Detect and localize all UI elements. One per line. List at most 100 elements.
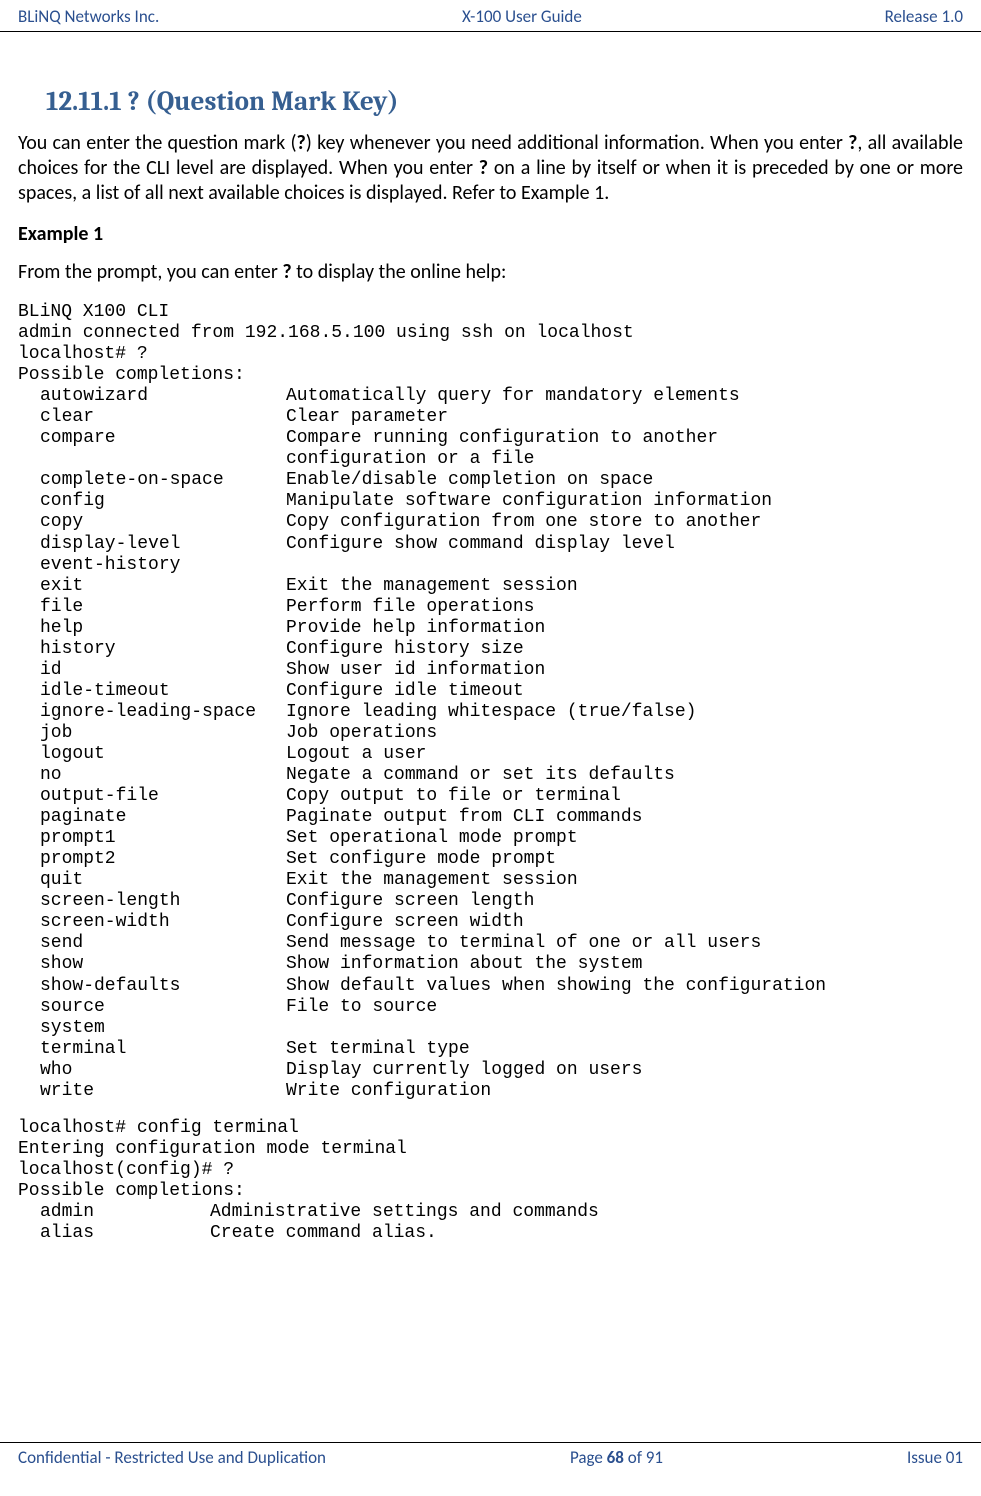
cli-completion-row: exitExit the management session <box>18 576 963 597</box>
cli-command: who <box>18 1060 286 1081</box>
cli-command: write <box>18 1081 286 1102</box>
cli-completion-row: showShow information about the system <box>18 954 963 975</box>
cli-command: screen-width <box>18 912 286 933</box>
cli-description: Write configuration <box>286 1081 491 1102</box>
cli-description: Provide help information <box>286 618 545 639</box>
cli-completion-row: configuration or a file <box>18 449 963 470</box>
cli-description: Display currently logged on users <box>286 1060 642 1081</box>
cli-completion-row: aliasCreate command alias. <box>18 1223 963 1244</box>
cli-completion-row: prompt1Set operational mode prompt <box>18 828 963 849</box>
cli-completion-row: prompt2Set configure mode prompt <box>18 849 963 870</box>
cli-completion-row: quitExit the management session <box>18 870 963 891</box>
footer-page-current: 68 <box>607 1447 624 1468</box>
cli-command: clear <box>18 407 286 428</box>
cli-command: system <box>18 1018 286 1039</box>
cli-description: Configure screen length <box>286 891 534 912</box>
cli-completion-row: copyCopy configuration from one store to… <box>18 512 963 533</box>
intro-text: ) key whenever you need additional infor… <box>306 131 848 155</box>
cli-description: Logout a user <box>286 744 426 765</box>
cli-command: display-level <box>18 534 286 555</box>
cli-description: Exit the management session <box>286 576 578 597</box>
cli-command: exit <box>18 576 286 597</box>
section-number: 12.11.1 <box>46 86 122 117</box>
cli-description: Compare running configuration to another <box>286 428 718 449</box>
cli-command: compare <box>18 428 286 449</box>
footer-page-mid: of <box>624 1447 646 1468</box>
cli-command: history <box>18 639 286 660</box>
cli-completion-row: whoDisplay currently logged on users <box>18 1060 963 1081</box>
page-header: BLiNQ Networks Inc. X-100 User Guide Rel… <box>0 0 981 32</box>
footer-confidential: Confidential - Restricted Use and Duplic… <box>18 1447 326 1468</box>
cli-line: localhost# config terminal <box>18 1118 963 1139</box>
cli-description: Ignore leading whitespace (true/false) <box>286 702 696 723</box>
cli-description: Administrative settings and commands <box>210 1202 599 1223</box>
footer-page-prefix: Page <box>570 1447 607 1468</box>
cli-command: screen-length <box>18 891 286 912</box>
cli-description: Copy configuration from one store to ano… <box>286 512 761 533</box>
cli-description: Clear parameter <box>286 407 448 428</box>
cli-command: help <box>18 618 286 639</box>
cli-command: ignore-leading-space <box>18 702 286 723</box>
cli-completion-row: helpProvide help information <box>18 618 963 639</box>
cli-command: file <box>18 597 286 618</box>
cli-completion-row: idle-timeoutConfigure idle timeout <box>18 681 963 702</box>
cli-completion-row: sendSend message to terminal of one or a… <box>18 933 963 954</box>
page-content: 12.11.1 ? (Question Mark Key) You can en… <box>0 32 981 1244</box>
cli-line: admin connected from 192.168.5.100 using… <box>18 323 963 344</box>
cli-description: Negate a command or set its defaults <box>286 765 675 786</box>
cli-command: autowizard <box>18 386 286 407</box>
footer-page-total: 91 <box>646 1447 663 1468</box>
header-release: Release 1.0 <box>885 6 963 27</box>
cli-completion-row: complete-on-spaceEnable/disable completi… <box>18 470 963 491</box>
cli-completion-row: jobJob operations <box>18 723 963 744</box>
header-company: BLiNQ Networks Inc. <box>18 6 159 27</box>
cli-block-2: localhost# config terminalEntering confi… <box>18 1118 963 1244</box>
cli-line: Possible completions: <box>18 1181 963 1202</box>
page: BLiNQ Networks Inc. X-100 User Guide Rel… <box>0 0 981 1496</box>
cli-completion-row: noNegate a command or set its defaults <box>18 765 963 786</box>
cli-line: Possible completions: <box>18 365 963 386</box>
intro-text: You can enter the question mark ( <box>18 131 297 155</box>
cli-command: paginate <box>18 807 286 828</box>
intro-q2: ? <box>848 131 857 155</box>
cli-description: Automatically query for mandatory elemen… <box>286 386 740 407</box>
cli-description: Perform file operations <box>286 597 534 618</box>
cli-completion-row: configManipulate software configuration … <box>18 491 963 512</box>
cli-line: Entering configuration mode terminal <box>18 1139 963 1160</box>
cli-completion-row: show-defaultsShow default values when sh… <box>18 976 963 997</box>
prompt-text: to display the online help: <box>292 260 507 284</box>
cli-description: Create command alias. <box>210 1223 437 1244</box>
cli-completion-row: sourceFile to source <box>18 997 963 1018</box>
cli-line: localhost# ? <box>18 344 963 365</box>
cli-description: configuration or a file <box>286 449 534 470</box>
cli-description: Configure idle timeout <box>286 681 524 702</box>
prompt-intro: From the prompt, you can enter ? to disp… <box>18 260 963 284</box>
cli-completion-row: logoutLogout a user <box>18 744 963 765</box>
cli-completion-row: filePerform file operations <box>18 597 963 618</box>
cli-command: terminal <box>18 1039 286 1060</box>
cli-description: Configure screen width <box>286 912 524 933</box>
cli-line: BLiNQ X100 CLI <box>18 302 963 323</box>
cli-completion-row: display-levelConfigure show command disp… <box>18 534 963 555</box>
footer-page: Page 68 of 91 <box>570 1447 663 1468</box>
cli-completion-row: writeWrite configuration <box>18 1081 963 1102</box>
cli-completion-row: paginatePaginate output from CLI command… <box>18 807 963 828</box>
intro-paragraph: You can enter the question mark (?) key … <box>18 131 963 206</box>
cli-description: Configure show command display level <box>286 534 675 555</box>
cli-command: prompt2 <box>18 849 286 870</box>
cli-completion-row: output-fileCopy output to file or termin… <box>18 786 963 807</box>
cli-description: Copy output to file or terminal <box>286 786 621 807</box>
cli-completion-row: screen-lengthConfigure screen length <box>18 891 963 912</box>
cli-command: admin <box>18 1202 210 1223</box>
cli-command: quit <box>18 870 286 891</box>
cli-completion-row: system <box>18 1018 963 1039</box>
cli-completion-row: clearClear parameter <box>18 407 963 428</box>
cli-description: Show default values when showing the con… <box>286 976 826 997</box>
footer-issue: Issue 01 <box>907 1447 963 1468</box>
cli-description: Send message to terminal of one or all u… <box>286 933 761 954</box>
cli-line: localhost(config)# ? <box>18 1160 963 1181</box>
cli-description: Enable/disable completion on space <box>286 470 653 491</box>
cli-command: source <box>18 997 286 1018</box>
cli-description: Set operational mode prompt <box>286 828 578 849</box>
section-title: ? (Question Mark Key) <box>128 86 399 117</box>
